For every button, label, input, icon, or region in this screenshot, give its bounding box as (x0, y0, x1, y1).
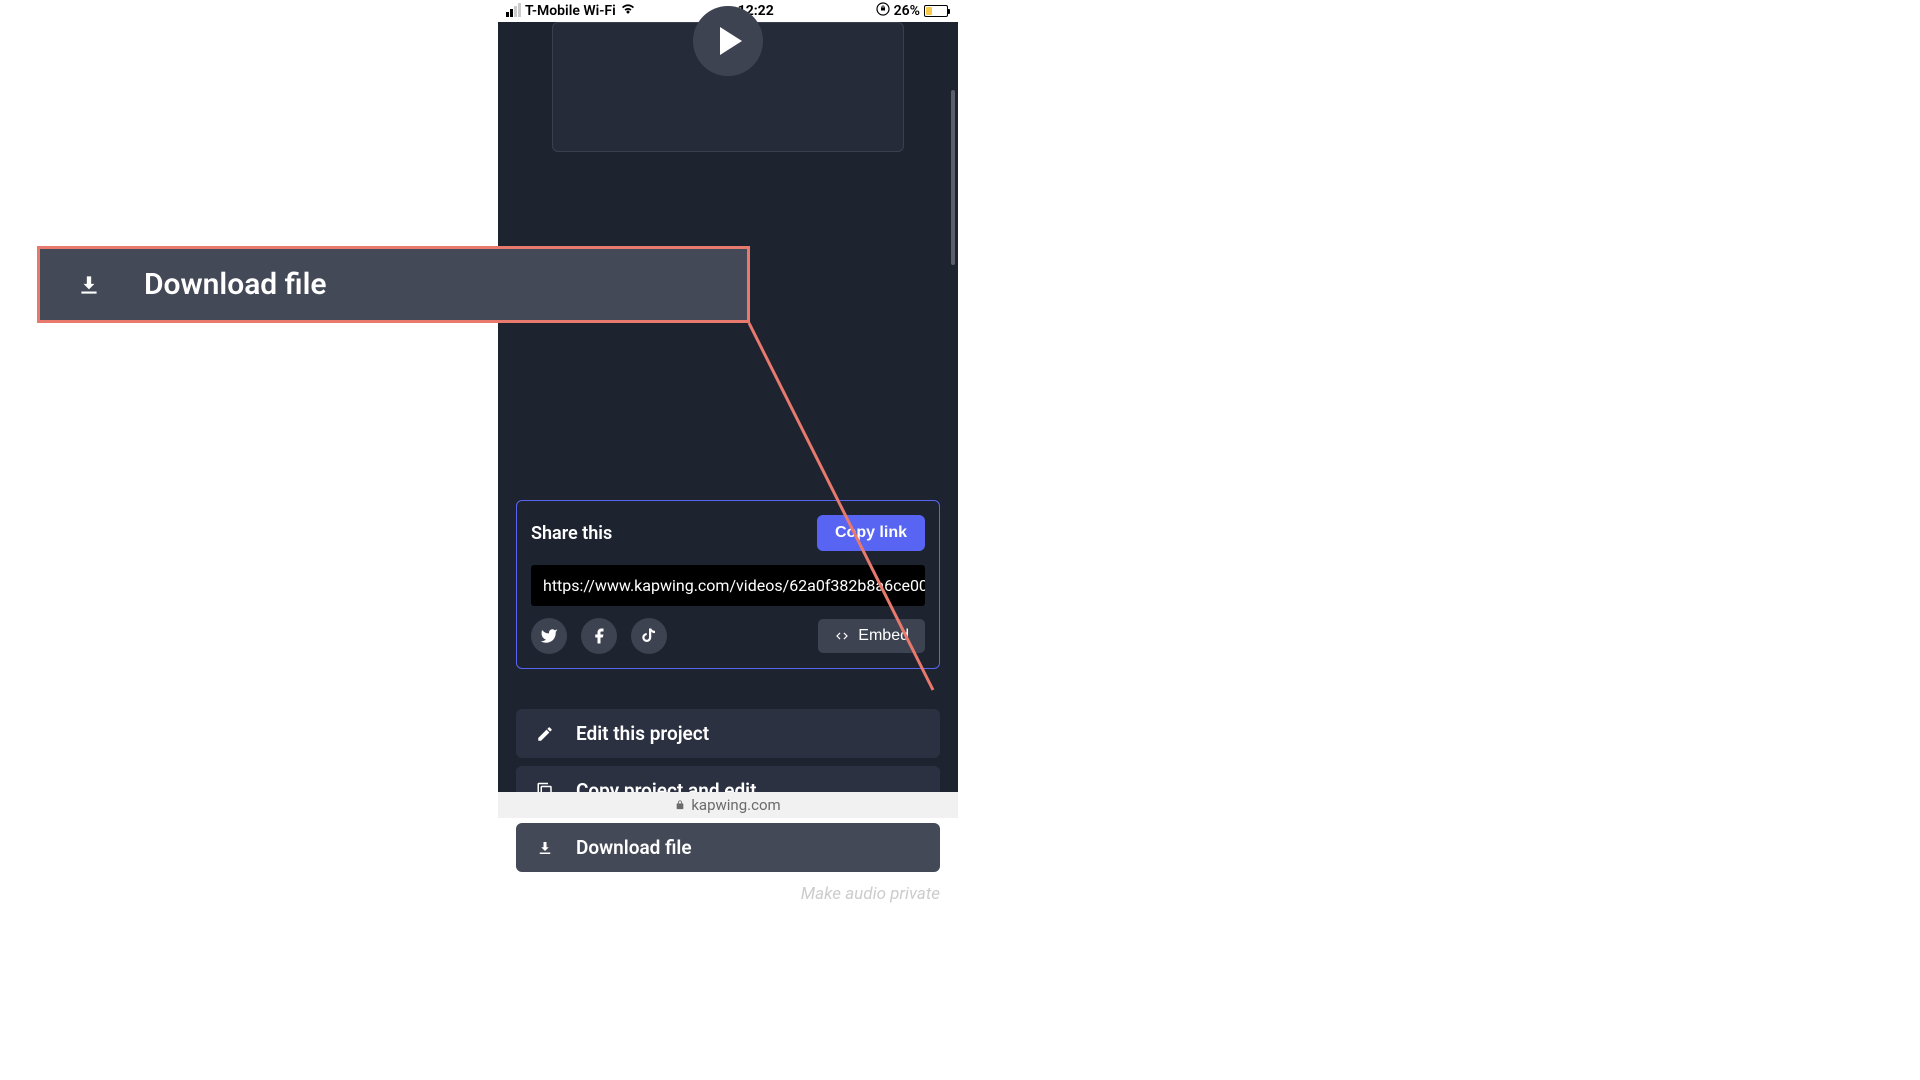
eye-icon (516, 886, 536, 902)
carrier-label: T-Mobile Wi-Fi (525, 3, 616, 19)
edit-project-label: Edit this project (576, 722, 709, 745)
download-icon (76, 272, 102, 298)
wifi-icon (620, 3, 636, 19)
play-icon (720, 27, 742, 55)
edit-project-button[interactable]: Edit this project (516, 709, 940, 758)
battery-icon (924, 5, 950, 17)
play-button[interactable] (693, 6, 763, 76)
privacy-row: This audio is public Make audio private (516, 884, 940, 904)
embed-button[interactable]: Embed (818, 619, 925, 653)
callout-arrow (0, 0, 1920, 1080)
download-file-label: Download file (576, 836, 692, 859)
scrollbar[interactable] (951, 90, 955, 265)
action-list: Edit this project Copy project and edit … (516, 709, 940, 872)
tiktok-icon[interactable] (631, 618, 667, 654)
download-file-button[interactable]: Download file (516, 823, 940, 872)
pencil-icon (536, 725, 554, 743)
rotation-lock-icon (876, 2, 890, 20)
privacy-status: This audio is public (550, 884, 697, 904)
browser-address-bar[interactable]: kapwing.com (498, 792, 958, 818)
share-panel: Share this Copy link https://www.kapwing… (516, 500, 940, 669)
copy-link-button[interactable]: Copy link (817, 515, 925, 551)
share-title: Share this (531, 523, 612, 544)
battery-percent: 26% (894, 3, 920, 19)
facebook-icon[interactable] (581, 618, 617, 654)
browser-domain: kapwing.com (691, 796, 780, 814)
twitter-icon[interactable] (531, 618, 567, 654)
code-icon (834, 629, 850, 643)
callout-annotation: Download file (37, 246, 750, 323)
video-preview (552, 22, 904, 152)
share-url-field[interactable]: https://www.kapwing.com/videos/62a0f382b… (531, 565, 925, 606)
phone-screen: T-Mobile Wi-Fi 12:22 26% Share this Copy… (498, 0, 958, 818)
callout-label: Download file (144, 267, 327, 302)
lock-icon (675, 799, 685, 811)
download-icon (536, 839, 554, 857)
cellular-signal-icon (506, 5, 521, 17)
make-private-link[interactable]: Make audio private (801, 884, 940, 904)
